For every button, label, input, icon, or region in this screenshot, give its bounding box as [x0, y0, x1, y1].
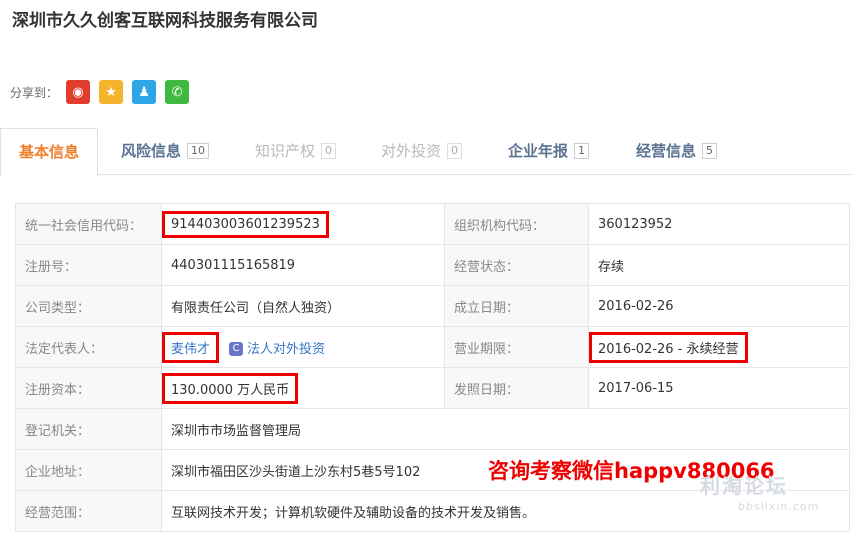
- tab-count: 10: [187, 142, 210, 159]
- authority-value: 深圳市市场监督管理局: [161, 408, 850, 450]
- table-row: 登记机关： 深圳市市场监督管理局: [15, 408, 850, 450]
- type-label: 公司类型：: [15, 285, 162, 327]
- tab-label: 企业年报: [508, 142, 569, 160]
- tab-investments[interactable]: 对外投资 0: [381, 128, 463, 174]
- status-label: 经营状态：: [444, 244, 589, 286]
- table-row: 法定代表人： 麦伟才 C 法人对外投资 营业期限： 2016-02-26 - 永续经…: [15, 326, 850, 368]
- share-bar: 分享到： ◉ ★ ♟ ✆: [10, 80, 198, 104]
- forum-logo: 利淘论坛: [700, 474, 788, 498]
- table-row: 统一社会信用代码： 914403003601239523 组织机构代码： 360…: [15, 203, 850, 245]
- tab-risk-info[interactable]: 风险信息 10: [121, 128, 210, 174]
- tab-count: 1: [574, 142, 590, 159]
- highlight-box: 130.0000 万人民币: [162, 372, 299, 404]
- company-title: 深圳市久久创客互联网科技服务有限公司: [12, 11, 318, 31]
- table-row: 注册号： 440301115165819 经营状态： 存续: [15, 244, 850, 286]
- tab-annual-report[interactable]: 企业年报 1: [508, 128, 590, 174]
- tab-label: 知识产权: [255, 142, 316, 160]
- org-code-value: 360123952: [588, 203, 850, 245]
- issue-date-label: 发照日期：: [444, 367, 589, 409]
- table-row: 公司类型： 有限责任公司（自然人独资） 成立日期： 2016-02-26: [15, 285, 850, 327]
- tab-count: 0: [447, 142, 463, 159]
- highlight-box: 914403003601239523: [162, 210, 329, 238]
- tab-label: 对外投资: [381, 142, 442, 160]
- tab-label: 经营信息: [636, 142, 697, 160]
- invest-icon: C: [229, 342, 244, 356]
- reg-no-label: 注册号：: [15, 244, 162, 286]
- tab-label: 基本信息: [18, 143, 79, 161]
- type-value: 有限责任公司（自然人独资）: [161, 285, 445, 327]
- tab-ip[interactable]: 知识产权 0: [255, 128, 337, 174]
- scope-label: 经营范围：: [15, 490, 162, 532]
- legal-rep-link[interactable]: 麦伟才: [162, 331, 220, 363]
- capital-value: 130.0000 万人民币: [161, 367, 445, 409]
- status-value: 存续: [588, 244, 850, 286]
- wechat-icon[interactable]: ✆: [165, 80, 190, 104]
- capital-label: 注册资本：: [15, 367, 162, 409]
- weibo-icon[interactable]: ◉: [66, 80, 91, 104]
- legal-rep-label: 法定代表人：: [15, 326, 162, 368]
- tab-basic-info[interactable]: 基本信息: [0, 128, 98, 176]
- credit-code-label: 统一社会信用代码：: [15, 203, 162, 245]
- issue-date-value: 2017-06-15: [588, 367, 850, 409]
- found-date-value: 2016-02-26: [588, 285, 850, 327]
- legal-rep-value: 麦伟才 C 法人对外投资: [161, 326, 445, 368]
- qzone-icon[interactable]: ★: [99, 80, 124, 104]
- share-label: 分享到：: [10, 85, 59, 100]
- tab-count: 5: [702, 142, 718, 159]
- term-value: 2016-02-26 - 永续经营: [588, 326, 850, 368]
- tab-bar: 基本信息 风险信息 10 知识产权 0 对外投资 0 企业年报 1 经营信息 5: [0, 128, 853, 176]
- authority-label: 登记机关：: [15, 408, 162, 450]
- tab-label: 风险信息: [121, 142, 182, 160]
- qq-icon[interactable]: ♟: [132, 80, 157, 104]
- tab-business-info[interactable]: 经营信息 5: [636, 128, 718, 174]
- term-label: 营业期限：: [444, 326, 589, 368]
- table-row: 注册资本： 130.0000 万人民币 发照日期： 2017-06-15: [15, 367, 850, 409]
- reg-no-value: 440301115165819: [161, 244, 445, 286]
- forum-logo-url: bbslixin.com: [738, 500, 820, 513]
- address-label: 企业地址：: [15, 449, 162, 491]
- legal-invest-link[interactable]: 法人对外投资: [247, 342, 325, 357]
- found-date-label: 成立日期：: [444, 285, 589, 327]
- org-code-label: 组织机构代码：: [444, 203, 589, 245]
- highlight-box: 2016-02-26 - 永续经营: [589, 331, 748, 363]
- tab-count: 0: [321, 142, 337, 159]
- credit-code-value: 914403003601239523: [161, 203, 445, 245]
